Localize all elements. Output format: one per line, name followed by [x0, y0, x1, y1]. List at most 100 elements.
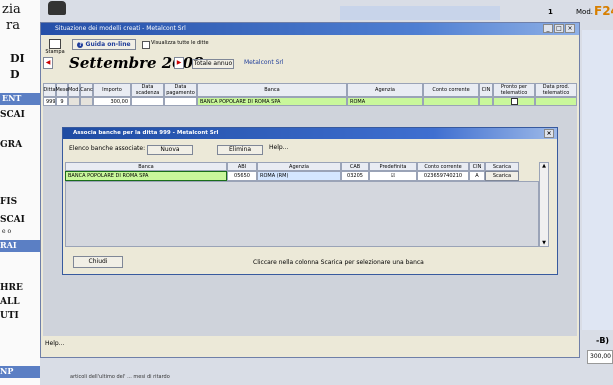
cell-bank-name[interactable]: BANCA POPOLARE DI ROMA SPA [65, 171, 227, 181]
prev-month-button[interactable]: ◀ [43, 57, 53, 69]
cell-account[interactable]: 023659740210 [417, 171, 469, 181]
cell-scadenza[interactable] [131, 97, 164, 106]
column-header[interactable]: Canc [80, 83, 93, 97]
cell-cin[interactable] [479, 97, 493, 106]
mod-label: Mod. [576, 8, 593, 16]
bg-label: GRA [0, 140, 23, 150]
window-title: Situazione dei modelli creati - Metalcon… [55, 25, 186, 32]
table-row[interactable]: BANCA POPOLARE DI ROMA SPA 05650 ROMA (R… [65, 171, 549, 181]
cell-mese[interactable]: 9 [56, 97, 68, 106]
close-dialog-button[interactable]: Chiudi [73, 256, 123, 268]
scroll-down-icon[interactable]: ▼ [540, 240, 548, 246]
bg-amount: 300,00 [587, 350, 613, 364]
next-month-button[interactable]: ▶ [174, 57, 184, 69]
pronto-checkbox[interactable] [510, 98, 518, 105]
cell-pagamento[interactable] [164, 97, 197, 106]
column-header[interactable]: Pronto per telematico [493, 83, 535, 97]
window-titlebar: Situazione dei modelli creati - Metalcon… [41, 23, 579, 35]
column-header[interactable]: CAB [341, 162, 369, 171]
annual-total-button[interactable]: Totale annuo [192, 59, 234, 69]
download-bank-button[interactable]: Scarica [485, 171, 519, 181]
guide-online-button[interactable]: ? Guida on-line [72, 39, 136, 50]
bg-label: DI [10, 52, 25, 65]
print-label: Stampa [45, 49, 65, 55]
column-header[interactable]: Agenzia [257, 162, 341, 171]
background-top-strip [340, 6, 500, 20]
column-header[interactable]: Data prod. telematico [535, 83, 577, 97]
close-button[interactable]: × [565, 24, 575, 33]
column-header[interactable]: Scarica [485, 162, 519, 171]
cell-conto[interactable] [423, 97, 479, 106]
column-header[interactable]: Banca [197, 83, 347, 97]
column-header[interactable]: Banca [65, 162, 227, 171]
cell-mod[interactable] [68, 97, 80, 106]
new-bank-button[interactable]: Nuova [147, 145, 193, 155]
bg-label: zia [2, 2, 21, 17]
column-header[interactable]: Mese [55, 83, 69, 97]
bg-label: ra [6, 18, 20, 33]
background-right-panel [582, 30, 613, 330]
cell-data-prod[interactable] [535, 97, 577, 106]
bg-label: RAI [0, 240, 40, 252]
dialog-close-button[interactable]: × [544, 129, 554, 138]
banks-grid-header: Banca ABI Agenzia CAB Predefinita Conto … [65, 162, 549, 171]
column-header[interactable]: Data pagamento [164, 83, 197, 97]
bg-label: ENT [0, 93, 40, 105]
models-grid-header: Ditta Mese Mod. Canc Importo Data scaden… [43, 83, 577, 97]
cell-agency[interactable]: ROMA (RM) [257, 171, 341, 181]
column-header[interactable]: Importo [93, 83, 131, 97]
guide-online-label: Guida on-line [85, 41, 131, 48]
show-all-label: Visualizza tutte le ditte [151, 40, 209, 46]
cell-importo[interactable]: 300,00 [93, 97, 131, 106]
banks-grid-empty [65, 181, 539, 247]
bg-label: SCAI [0, 215, 25, 225]
maximize-button[interactable]: □ [554, 24, 564, 33]
page-number: 1 [548, 8, 553, 16]
column-header[interactable]: Predefinita [369, 162, 417, 171]
cell-banca[interactable]: BANCA POPOLARE DI ROMA SPA [197, 97, 347, 106]
bg-label: e o [2, 228, 12, 235]
bg-label: FIS [0, 197, 18, 207]
column-header[interactable]: Mod. [68, 83, 80, 97]
delete-bank-button[interactable]: Elimina [217, 145, 263, 155]
arrow-right-icon: ▶ [176, 59, 182, 66]
logo-icon [48, 1, 66, 15]
mod-code: F24 [594, 4, 613, 18]
column-header[interactable]: Conto corrente [417, 162, 469, 171]
background-left-column: zia ra DI D ENT SCAI GRA FIS SCAI e o RA… [0, 0, 40, 385]
default-checkbox[interactable]: ☑ [369, 171, 417, 181]
bank-association-dialog: Associa banche per la ditta 999 - Metalc… [62, 127, 558, 275]
column-header[interactable]: Conto corrente [423, 83, 479, 97]
cell-cin[interactable]: A [469, 171, 485, 181]
cell-canc[interactable] [80, 97, 93, 106]
bg-bracket: -B) [596, 336, 610, 345]
cell-ditta[interactable]: 999 [43, 97, 56, 106]
help-icon: ? [77, 41, 84, 48]
bg-label: SCAI [0, 110, 25, 120]
cell-pronto[interactable] [493, 97, 535, 106]
column-header[interactable]: ABI [227, 162, 257, 171]
show-all-checkbox[interactable] [142, 41, 150, 49]
cell-abi[interactable]: 05650 [227, 171, 257, 181]
associated-banks-label: Elenco banche associate: [69, 145, 146, 152]
column-header[interactable]: CIN [469, 162, 485, 171]
column-header[interactable]: CIN [479, 83, 493, 97]
column-header[interactable]: Data scadenza [131, 83, 164, 97]
bg-label: NP [0, 366, 40, 378]
bg-label: HRE [0, 283, 23, 293]
bg-bottom-note: articoli dell'ultimo del' ... mesi di ri… [70, 374, 170, 380]
minimize-button[interactable]: _ [543, 24, 553, 33]
dialog-help-link[interactable]: Help... [269, 144, 288, 151]
bg-label: ALL [0, 297, 20, 307]
table-row[interactable]: 999 9 300,00 BANCA POPOLARE DI ROMA SPA … [43, 97, 577, 106]
column-header[interactable]: Agenzia [347, 83, 423, 97]
cell-agenzia[interactable]: ROMA [347, 97, 423, 106]
dialog-title: Associa banche per la ditta 999 - Metalc… [73, 130, 219, 136]
cell-cab[interactable]: 03205 [341, 171, 369, 181]
column-header[interactable]: Ditta [43, 83, 56, 97]
scroll-up-icon[interactable]: ▲ [540, 163, 548, 169]
help-link[interactable]: Help... [45, 340, 64, 347]
printer-icon [49, 39, 61, 49]
vertical-scrollbar[interactable]: ▲ ▼ [539, 162, 549, 247]
bg-label: UTI [0, 311, 19, 321]
